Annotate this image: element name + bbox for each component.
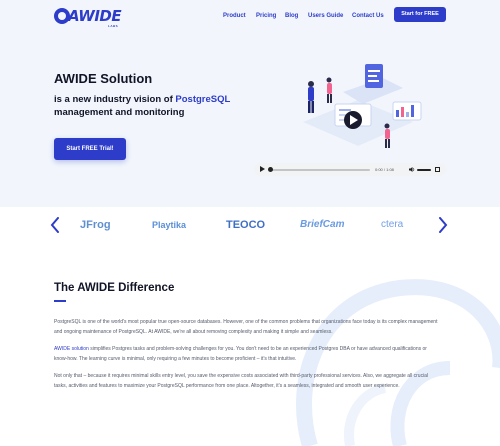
hero-subtitle: is a new industry vision of PostgreSQL m… [54, 94, 244, 119]
hero-title: AWIDE Solution [54, 71, 153, 86]
client-logo-briefcam: BriefCam [300, 219, 345, 230]
hero-subtitle-highlight: PostgreSQL [175, 94, 231, 105]
nav-pricing[interactable]: Pricing [256, 11, 276, 21]
difference-paragraph-2-text: simplifies Postgres tasks and problem-so… [54, 346, 427, 362]
start-free-button[interactable]: Start for FREE [394, 7, 446, 22]
difference-paragraph-1: PostgreSQL is one of the world's most po… [54, 319, 438, 335]
brand-logo[interactable]: AWIDE LABS [54, 8, 128, 28]
section-title: The AWIDE Difference [54, 282, 175, 294]
volume-icon[interactable] [409, 167, 415, 172]
client-logo-ctera: ctera [381, 219, 404, 230]
hero-subtitle-pre: is a new industry vision of [54, 94, 176, 105]
client-logo-playtika: Playtika [152, 220, 187, 230]
chevron-right-icon[interactable] [438, 217, 448, 233]
hero-illustration [303, 64, 422, 148]
section-title-underline [54, 300, 66, 302]
client-logo-teoco: TEOCO [226, 219, 266, 231]
start-trial-button[interactable]: Start FREE Trial! [54, 138, 126, 160]
video-progress-handle[interactable] [268, 167, 273, 172]
awide-solution-link[interactable]: AWIDE solution [54, 346, 89, 352]
nav-blog[interactable]: Blog [285, 11, 298, 21]
client-logo-jfrog: JFrog [80, 219, 111, 231]
video-time: 0:00 / 1:08 [375, 167, 394, 172]
logo-subtext: LABS [108, 24, 119, 28]
difference-paragraph-2: AWIDE solution simplifies Postgres tasks… [54, 344, 440, 364]
volume-slider[interactable] [417, 169, 431, 171]
nav-product[interactable]: Product [223, 11, 246, 21]
play-icon[interactable] [260, 166, 265, 172]
video-player: 0:00 / 1:08 [254, 163, 446, 176]
fullscreen-icon[interactable] [435, 167, 440, 172]
video-progress-track[interactable] [270, 169, 370, 171]
nav-contact-us[interactable]: Contact Us [352, 11, 384, 21]
logo-text: AWIDE [68, 7, 122, 25]
chevron-left-icon[interactable] [50, 217, 60, 233]
difference-paragraph-3: Not only that – because it requires mini… [54, 373, 429, 389]
nav-users-guide[interactable]: Users Guide [308, 11, 343, 21]
hero-subtitle-post: management and monitoring [54, 106, 185, 118]
